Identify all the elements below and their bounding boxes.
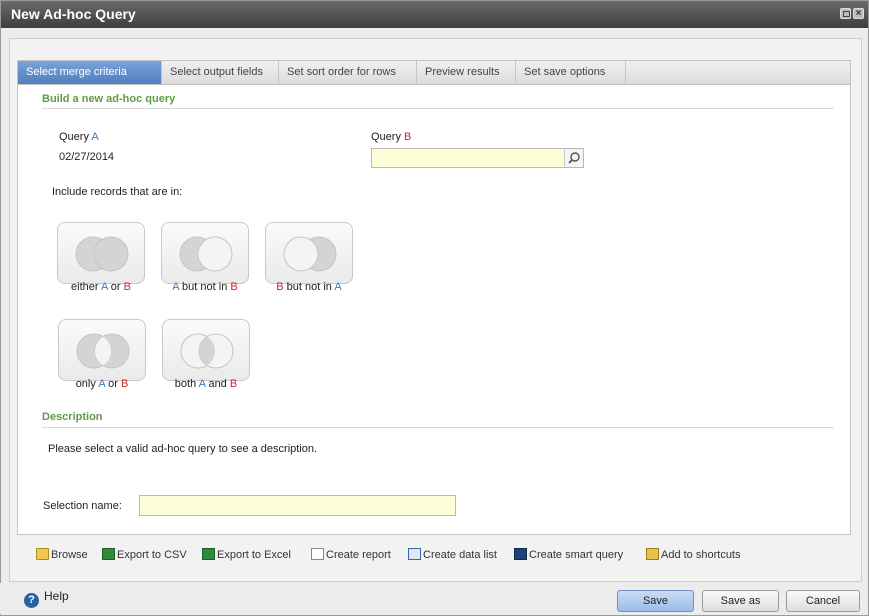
venn-only-a-or-b-button[interactable]	[58, 319, 146, 381]
tab-preview-results[interactable]: Preview results	[417, 61, 516, 84]
smart-query-icon	[514, 548, 527, 560]
divider	[42, 427, 834, 428]
save-as-button[interactable]: Save as	[702, 590, 779, 612]
help-link[interactable]: ? Help	[24, 589, 69, 608]
report-icon	[311, 548, 324, 560]
excel-icon	[202, 548, 215, 560]
venn-both-label: both A and B	[174, 378, 238, 390]
venn-a-not-b-button[interactable]	[161, 222, 249, 284]
venn-only-label: only A or B	[75, 378, 129, 390]
cancel-button[interactable]: Cancel	[786, 590, 860, 612]
query-b-search-field[interactable]	[371, 148, 584, 168]
venn-either-a-or-b-button[interactable]	[57, 222, 145, 284]
browse-button[interactable]: Browse	[36, 548, 88, 561]
venn-both-a-and-b-button[interactable]	[162, 319, 250, 381]
add-to-shortcuts-button[interactable]: Add to shortcuts	[646, 548, 741, 561]
venn-b-not-a-button[interactable]	[265, 222, 353, 284]
create-data-list-button[interactable]: Create data list	[408, 548, 497, 561]
query-a-value: 02/27/2014	[59, 151, 115, 163]
venn-b-not-a-label: B but not in A	[276, 281, 342, 293]
export-csv-button[interactable]: Export to CSV	[102, 548, 187, 561]
close-icon[interactable]: ×	[853, 8, 864, 19]
tab-select-output-fields[interactable]: Select output fields	[162, 61, 279, 84]
selection-name-input[interactable]	[139, 495, 456, 516]
help-icon: ?	[24, 593, 39, 608]
title-bar: New Ad-hoc Query ×	[1, 1, 868, 28]
include-records-label: Include records that are in:	[52, 186, 183, 198]
export-excel-button[interactable]: Export to Excel	[202, 548, 291, 561]
folder-icon	[36, 548, 49, 560]
tab-select-merge-criteria[interactable]: Select merge criteria	[18, 61, 162, 84]
venn-symmetric-difference-icon	[76, 333, 130, 369]
description-heading: Description	[42, 411, 103, 423]
venn-intersection-icon	[180, 333, 234, 369]
tab-strip: Select merge criteria Select output fiel…	[17, 60, 851, 85]
excel-icon	[102, 548, 115, 560]
divider	[42, 108, 834, 109]
venn-union-icon	[75, 236, 129, 272]
query-a-label: Query A	[59, 131, 99, 143]
create-report-button[interactable]: Create report	[311, 548, 391, 561]
data-list-icon	[408, 548, 421, 560]
shortcut-icon	[646, 548, 659, 560]
maximize-icon[interactable]	[840, 8, 851, 19]
venn-a-minus-b-icon	[179, 236, 233, 272]
query-b-label: Query B	[371, 131, 412, 143]
save-button[interactable]: Save	[617, 590, 694, 612]
tab-set-save-options[interactable]: Set save options	[516, 61, 626, 84]
venn-either-label: either A or B	[71, 281, 131, 293]
window-title: New Ad-hoc Query	[11, 6, 136, 22]
tab-set-sort-order[interactable]: Set sort order for rows	[279, 61, 417, 84]
venn-b-minus-a-icon	[283, 236, 337, 272]
create-smart-query-button[interactable]: Create smart query	[514, 548, 623, 561]
build-query-heading: Build a new ad-hoc query	[42, 93, 176, 105]
description-text: Please select a valid ad-hoc query to se…	[48, 443, 318, 455]
search-icon[interactable]	[564, 149, 583, 167]
selection-name-label: Selection name:	[43, 500, 122, 512]
venn-a-not-b-label: A but not in B	[172, 281, 238, 293]
action-toolbar: Browse Export to CSV Export to Excel Cre…	[17, 541, 851, 569]
